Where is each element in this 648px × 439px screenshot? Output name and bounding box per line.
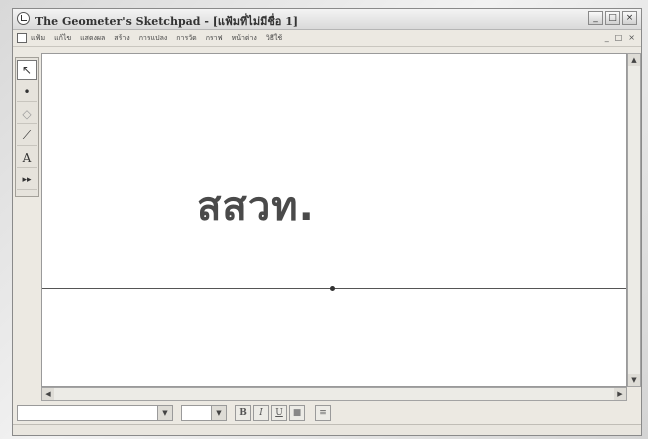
scroll-left-icon[interactable]: ◀ bbox=[42, 388, 54, 400]
menu-measure[interactable]: การวัด bbox=[176, 33, 196, 44]
chevron-down-icon[interactable]: ▼ bbox=[157, 406, 172, 420]
toolbox: ↖ • ◇ ⟋ A ▸▸ bbox=[15, 57, 39, 197]
minimize-button[interactable]: _ bbox=[588, 11, 603, 25]
straightedge-icon: ⟋ bbox=[22, 128, 32, 142]
menu-file[interactable]: แฟ้ม bbox=[31, 33, 45, 44]
horizontal-scrollbar[interactable]: ◀ ▶ bbox=[41, 387, 627, 401]
sketchpad-app-icon[interactable] bbox=[17, 12, 30, 25]
chevron-down-icon[interactable]: ▼ bbox=[211, 406, 226, 420]
arrow-tool[interactable]: ↖ bbox=[17, 60, 37, 80]
menu-edit[interactable]: แก้ไข bbox=[54, 33, 71, 44]
custom-tool[interactable]: ▸▸ bbox=[17, 170, 37, 190]
font-size-select[interactable]: ▼ bbox=[181, 405, 227, 421]
underline-button[interactable]: U bbox=[271, 405, 287, 421]
menu-bar: แฟ้ม แก้ไข แสดงผล สร้าง การแปลง การวัด ก… bbox=[13, 30, 641, 47]
bold-button[interactable]: B bbox=[235, 405, 251, 421]
custom-tool-icon: ▸▸ bbox=[22, 174, 32, 185]
point-tool[interactable]: • bbox=[17, 82, 37, 102]
text-tool[interactable]: A bbox=[17, 148, 37, 168]
scroll-right-icon[interactable]: ▶ bbox=[614, 388, 626, 400]
font-select[interactable]: ▼ bbox=[17, 405, 173, 421]
status-bar bbox=[13, 424, 641, 435]
arrow-icon: ↖ bbox=[21, 63, 33, 77]
maximize-button[interactable]: □ bbox=[605, 11, 620, 25]
title-bar: The Geometer's Sketchpad - [แฟ้มที่ไม่มี… bbox=[13, 9, 641, 30]
line-point[interactable] bbox=[330, 286, 335, 291]
scroll-down-icon[interactable]: ▼ bbox=[628, 374, 640, 386]
italic-button[interactable]: I bbox=[253, 405, 269, 421]
text-icon: A bbox=[22, 150, 32, 165]
text-format-toolbar: ▼ ▼ B I U ■ ≡ bbox=[17, 403, 637, 423]
document-window-controls: _ □ × bbox=[605, 33, 635, 42]
sketch-canvas[interactable]: สสวท. bbox=[41, 53, 627, 387]
menu-graph[interactable]: กราฟ bbox=[206, 33, 223, 44]
menu-construct[interactable]: สร้าง bbox=[114, 33, 129, 44]
canvas-caption[interactable]: สสวท. bbox=[197, 174, 315, 238]
vertical-scrollbar[interactable]: ▲ ▼ bbox=[627, 53, 641, 387]
window-controls: _ □ × bbox=[588, 11, 637, 25]
compass-icon: ◇ bbox=[22, 106, 32, 121]
scroll-up-icon[interactable]: ▲ bbox=[628, 54, 640, 66]
menu-display[interactable]: แสดงผล bbox=[80, 33, 105, 44]
color-button[interactable]: ■ bbox=[289, 405, 305, 421]
symbol-palette-button[interactable]: ≡ bbox=[315, 405, 331, 421]
doc-minimize-button[interactable]: _ bbox=[605, 33, 609, 42]
menu-help[interactable]: วิธีใช้ bbox=[266, 33, 282, 44]
close-button[interactable]: × bbox=[622, 11, 637, 25]
document-icon[interactable] bbox=[17, 33, 27, 43]
menu-transform[interactable]: การแปลง bbox=[139, 33, 168, 44]
doc-restore-button[interactable]: □ bbox=[615, 33, 623, 42]
window-title: The Geometer's Sketchpad - [แฟ้มที่ไม่มี… bbox=[35, 15, 299, 28]
straightedge-tool[interactable]: ⟋ bbox=[17, 126, 37, 146]
point-icon: • bbox=[23, 84, 31, 99]
compass-tool[interactable]: ◇ bbox=[17, 104, 37, 124]
app-window: The Geometer's Sketchpad - [แฟ้มที่ไม่มี… bbox=[12, 8, 642, 436]
doc-close-button[interactable]: × bbox=[628, 33, 635, 42]
menu-window[interactable]: หน้าต่าง bbox=[232, 33, 257, 44]
